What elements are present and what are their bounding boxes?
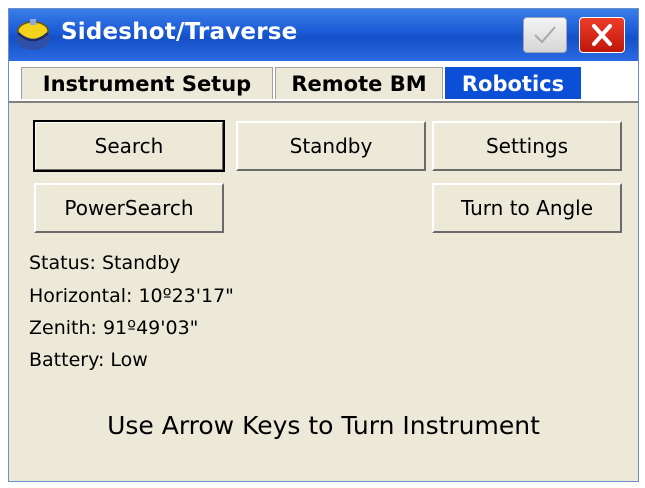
- sideshot-traverse-window: Sideshot/Traverse Instrument Setup Remot…: [8, 8, 639, 482]
- checkmark-icon: [534, 26, 556, 44]
- status-text: Status: Standby: [29, 252, 181, 274]
- search-button[interactable]: Search: [33, 120, 225, 172]
- survey-instrument-icon: [13, 17, 53, 53]
- tab-instrument-setup[interactable]: Instrument Setup: [21, 67, 273, 99]
- battery-text: Battery: Low: [29, 349, 148, 371]
- tab-bar: Instrument Setup Remote BM Robotics: [9, 61, 638, 103]
- tab-robotics[interactable]: Robotics: [445, 67, 581, 99]
- settings-button[interactable]: Settings: [432, 121, 622, 171]
- tab-remote-bm[interactable]: Remote BM: [275, 67, 443, 99]
- close-button[interactable]: [579, 17, 625, 53]
- instruction-text: Use Arrow Keys to Turn Instrument: [107, 411, 540, 440]
- horizontal-angle-text: Horizontal: 10º23'17": [29, 285, 234, 307]
- close-icon: [592, 24, 612, 46]
- powersearch-button[interactable]: PowerSearch: [34, 183, 224, 233]
- standby-button[interactable]: Standby: [236, 121, 426, 171]
- title-bar: Sideshot/Traverse: [9, 9, 638, 61]
- window-title: Sideshot/Traverse: [61, 19, 298, 45]
- zenith-angle-text: Zenith: 91º49'03": [29, 317, 199, 339]
- turn-to-angle-button[interactable]: Turn to Angle: [432, 183, 622, 233]
- ok-button[interactable]: [523, 17, 567, 53]
